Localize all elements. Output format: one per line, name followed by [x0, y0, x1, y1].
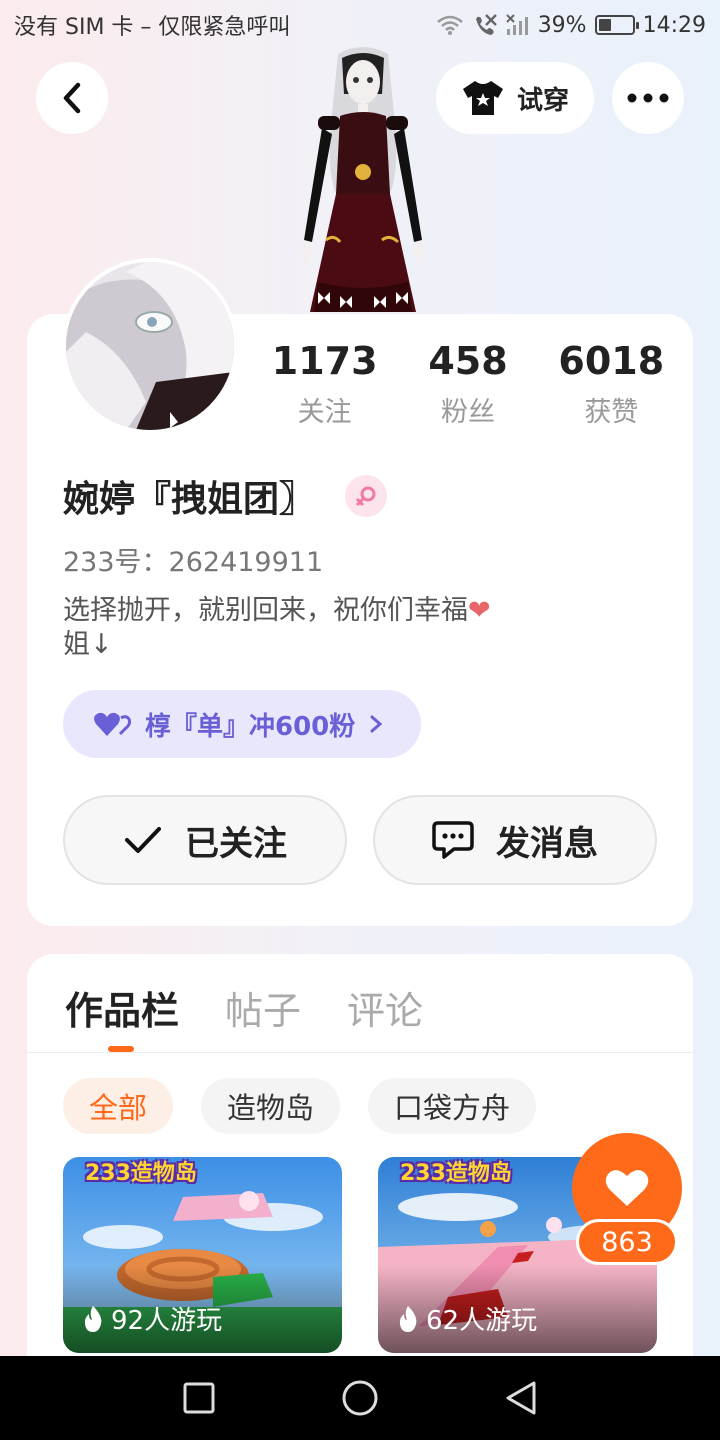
stat-following[interactable]: 1173 关注: [260, 338, 390, 429]
heart-emoji-icon: ❤: [468, 595, 491, 626]
more-dots-icon: [627, 93, 669, 103]
try-on-label: 试穿: [516, 85, 569, 116]
works-tabs: 作品栏 帖子 评论: [65, 980, 423, 1035]
stat-label: 获赞: [584, 397, 639, 428]
stat-followers[interactable]: 458 粉丝: [403, 338, 533, 429]
tab-comments[interactable]: 评论: [347, 980, 423, 1035]
tshirt-icon: [462, 81, 503, 115]
chip-creation-island[interactable]: 造物岛: [201, 1078, 341, 1134]
wifi-icon: [436, 15, 463, 35]
stat-value: 458: [428, 339, 508, 383]
status-bar: 没有 SIM 卡 – 仅限紧急呼叫 39% 14:29: [0, 0, 720, 50]
user-id: 233号：262419911: [63, 547, 324, 578]
game-card[interactable]: 233造物岛 92人游玩: [63, 1157, 342, 1353]
clock: 14:29: [642, 12, 706, 38]
no-call-icon: [475, 14, 497, 35]
signal-icon: [505, 14, 528, 35]
chip-all[interactable]: 全部: [63, 1078, 174, 1134]
more-options-button[interactable]: [612, 62, 684, 134]
fan-goal-label: 椁『单』冲600粉: [145, 711, 356, 742]
heart-icon: [605, 1170, 649, 1206]
system-nav-bar: [0, 1356, 720, 1440]
back-arrow-icon: [63, 82, 81, 114]
avatar-image: [66, 262, 234, 430]
chip-pocket-ark[interactable]: 口袋方舟: [368, 1078, 537, 1134]
carrier-text: 没有 SIM 卡 – 仅限紧急呼叫: [14, 15, 291, 40]
username: 婉婷『拽姐团〗: [63, 479, 316, 520]
profile-stats: 1173 关注 458 粉丝 6018 获赞: [253, 338, 683, 429]
home-icon[interactable]: [341, 1379, 379, 1417]
try-on-button[interactable]: 试穿: [436, 62, 594, 134]
play-count-label: 92人游玩: [111, 1306, 223, 1336]
chevron-right-icon: [370, 715, 383, 733]
play-count: 62人游玩: [396, 1300, 537, 1337]
stat-label: 粉丝: [440, 397, 495, 428]
stat-likes[interactable]: 6018 获赞: [546, 338, 676, 429]
female-gender-icon: [345, 475, 388, 517]
flame-icon: [84, 1305, 102, 1332]
followed-button[interactable]: 已关注: [63, 795, 347, 885]
play-count: 92人游玩: [81, 1300, 222, 1337]
battery-icon: [594, 15, 639, 35]
send-message-button[interactable]: 发消息: [373, 795, 657, 885]
back-button[interactable]: [36, 62, 108, 134]
checkmark-icon: [125, 827, 161, 853]
recent-apps-icon[interactable]: [182, 1381, 216, 1415]
game-logo: 233造物岛: [85, 1161, 197, 1186]
tab-works[interactable]: 作品栏: [65, 980, 179, 1035]
bio-line-2: 姐↓: [63, 629, 113, 660]
stat-value: 1173: [271, 339, 378, 383]
avatar[interactable]: [62, 258, 238, 434]
username-row: 婉婷『拽姐团〗: [63, 470, 388, 522]
tabs-divider: [27, 1052, 693, 1053]
bio-line-1: 选择抛开，就别回来，祝你们幸福: [63, 595, 468, 626]
stat-label: 关注: [297, 397, 352, 428]
double-heart-icon: [94, 712, 131, 736]
category-chips: 全部 造物岛 口袋方舟: [63, 1078, 537, 1134]
avatar-character-figure: [301, 47, 425, 312]
stat-value: 6018: [558, 339, 665, 383]
status-icons: 39% 14:29: [436, 13, 706, 38]
followed-label: 已关注: [185, 823, 287, 864]
chat-bubble-icon: [432, 821, 474, 859]
tab-posts[interactable]: 帖子: [225, 980, 301, 1035]
bio: 选择抛开，就别回来，祝你们幸福❤ 姐↓: [63, 594, 623, 662]
back-triangle-icon[interactable]: [504, 1380, 538, 1416]
send-message-label: 发消息: [496, 823, 598, 864]
play-count-label: 62人游玩: [426, 1306, 538, 1336]
fan-goal-pill[interactable]: 椁『单』冲600粉: [63, 690, 422, 758]
like-count: 863: [576, 1219, 678, 1265]
flame-icon: [399, 1305, 417, 1332]
battery-percent: 39%: [537, 12, 587, 38]
game-logo: 233造物岛: [400, 1161, 512, 1186]
